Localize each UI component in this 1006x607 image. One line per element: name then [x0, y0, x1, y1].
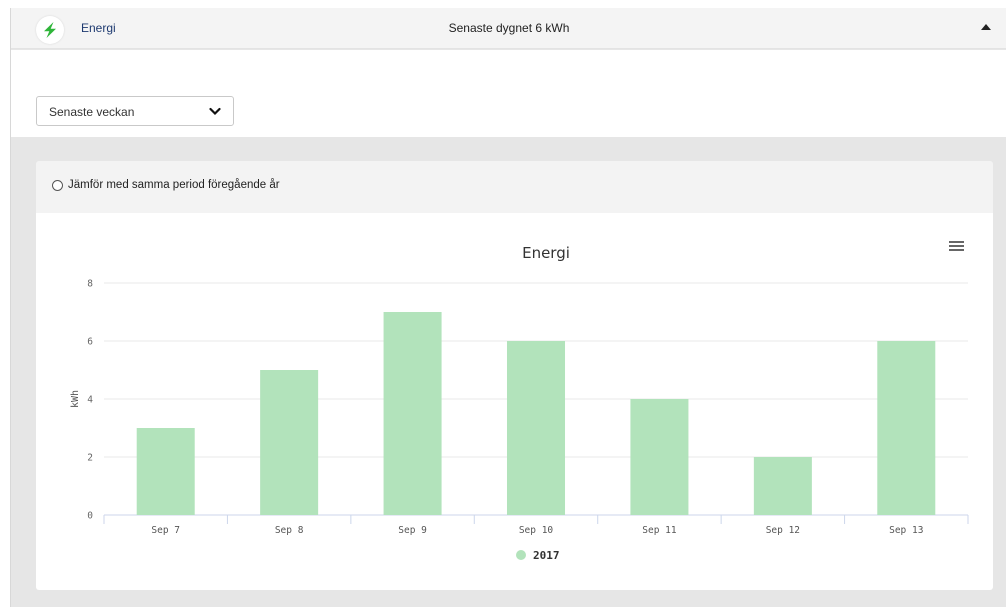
chart-card: Energi kWh 0 2 4 6 8 Sep 7 Sep 8 Sep 9 Sep 10 Sep 1…	[36, 213, 993, 590]
compare-option[interactable]: Jämför med samma period föregående år	[36, 161, 993, 213]
energy-bar-chart: Energi kWh 0 2 4 6 8 Sep 7 Sep 8 Sep 9 Sep 10 Sep 1…	[70, 244, 969, 562]
energy-widget: Energi Senaste dygnet 6 kWh Senaste veck…	[10, 8, 1006, 607]
bar-sep-7	[136, 428, 195, 515]
y-tick-label: 4	[87, 395, 93, 406]
x-tick-label: Sep 10	[519, 525, 554, 536]
widget-header[interactable]: Energi Senaste dygnet 6 kWh	[11, 8, 1006, 49]
filter-panel: Senaste veckan	[11, 50, 1006, 137]
y-tick-label: 8	[87, 279, 93, 290]
y-tick-label: 0	[87, 511, 93, 522]
widget-title: Energi	[81, 21, 116, 35]
bar-sep-8	[260, 370, 319, 515]
x-tick-label: Sep 13	[889, 525, 923, 536]
x-tick-label: Sep 7	[151, 525, 180, 536]
compare-label: Jämför med samma period föregående år	[68, 179, 280, 191]
y-axis-label: kWh	[70, 390, 81, 408]
chart-title: Energi	[522, 244, 570, 262]
x-tick-label: Sep 8	[275, 525, 304, 536]
period-select[interactable]: Senaste veckan	[36, 96, 234, 126]
bar-sep-11	[630, 399, 689, 515]
caret-up-icon[interactable]	[981, 23, 991, 31]
period-select-value: Senaste veckan	[49, 105, 135, 119]
bar-sep-10	[506, 341, 566, 515]
bar-sep-9	[383, 312, 442, 515]
legend-marker	[516, 550, 526, 560]
bar-sep-12	[753, 457, 812, 515]
x-tick-label: Sep 12	[766, 525, 800, 536]
bar-sep-13	[877, 341, 936, 515]
compare-radio[interactable]	[52, 180, 63, 191]
x-tick-label: Sep 9	[398, 525, 427, 536]
y-tick-label: 2	[87, 453, 93, 464]
hamburger-menu-icon[interactable]	[949, 240, 964, 252]
y-tick-label: 6	[87, 337, 93, 348]
chevron-down-icon	[209, 107, 221, 116]
lightning-bolt-icon	[36, 16, 64, 44]
header-summary: Senaste dygnet 6 kWh	[448, 21, 570, 35]
legend-label: 2017	[533, 549, 560, 562]
x-tick-label: Sep 11	[642, 525, 677, 536]
